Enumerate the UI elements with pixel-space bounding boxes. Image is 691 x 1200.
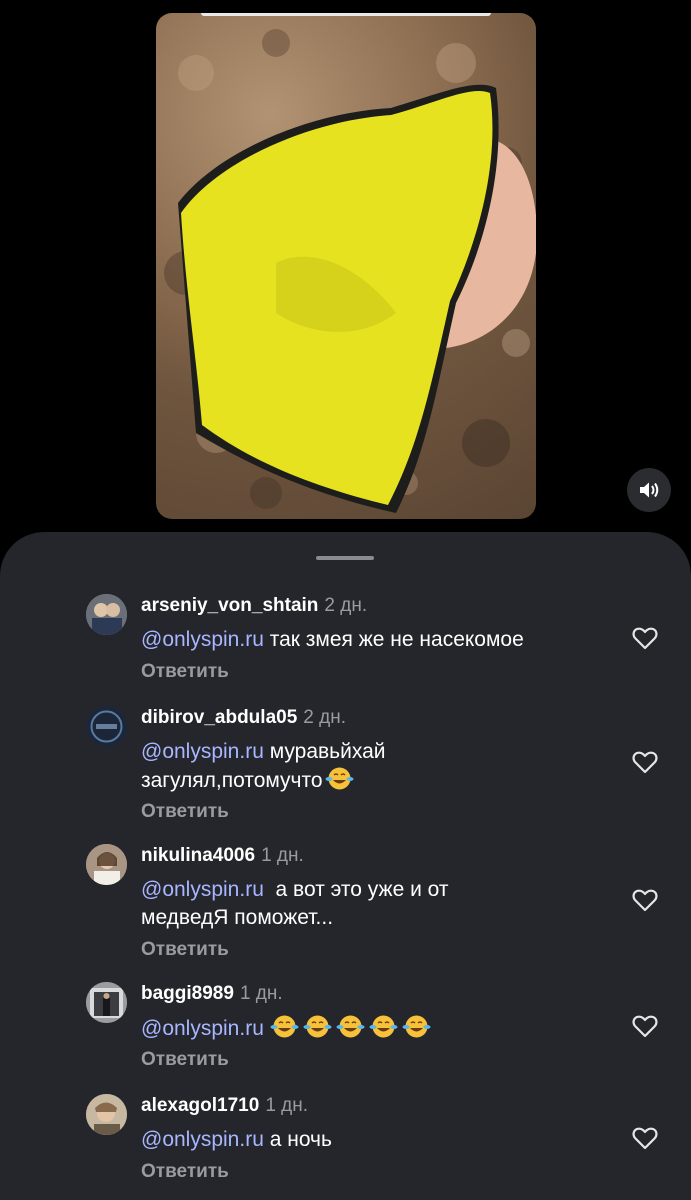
mention-link[interactable]: @onlyspin.ru bbox=[141, 878, 264, 901]
avatar[interactable] bbox=[86, 982, 127, 1023]
comment-time: 1 дн. bbox=[261, 845, 304, 866]
comment-header: nikulina4006 1 дн. bbox=[141, 844, 304, 868]
face-with-tears-of-joy-icon bbox=[402, 1015, 431, 1038]
heart-outline-icon[interactable] bbox=[631, 886, 659, 914]
comment-time: 2 дн. bbox=[324, 595, 368, 616]
face-with-tears-of-joy-icon bbox=[336, 1015, 365, 1038]
comment-username[interactable]: alexagol1710 bbox=[141, 1095, 259, 1116]
sheet-drag-handle[interactable] bbox=[316, 556, 374, 560]
comment-username[interactable]: arseniy_von_shtain bbox=[141, 595, 318, 616]
comment-username[interactable]: dibirov_abdula05 bbox=[141, 707, 297, 728]
comment-text: @onlyspin.ru а ночь bbox=[141, 1126, 611, 1154]
avatar[interactable] bbox=[86, 706, 127, 747]
reply-button[interactable]: Ответить bbox=[141, 800, 229, 824]
comment-header: alexagol1710 1 дн. bbox=[141, 1094, 308, 1118]
mention-link[interactable]: @onlyspin.ru bbox=[141, 1128, 264, 1151]
speaker-muted-icon bbox=[640, 482, 659, 498]
comment-body: так змея же не насекомое bbox=[263, 628, 524, 651]
video-player[interactable] bbox=[156, 13, 536, 519]
comment-time: 1 дн. bbox=[265, 1095, 309, 1116]
comment-username[interactable]: baggi8989 bbox=[141, 983, 234, 1004]
heart-outline-icon[interactable] bbox=[631, 624, 659, 652]
comment-header: dibirov_abdula05 2 дн. bbox=[141, 706, 346, 730]
comment-username[interactable]: nikulina4006 bbox=[141, 845, 255, 866]
face-with-tears-of-joy-icon bbox=[369, 1015, 398, 1038]
avatar[interactable] bbox=[86, 1094, 127, 1135]
comment-text: @onlyspin.ru bbox=[141, 1014, 611, 1043]
face-with-tears-of-joy-icon bbox=[325, 767, 354, 790]
mute-toggle-button[interactable] bbox=[627, 468, 671, 512]
comment-text: @onlyspin.ru а вот это уже и от медведЯ … bbox=[141, 876, 541, 932]
video-frame-image bbox=[164, 29, 536, 514]
avatar[interactable] bbox=[86, 594, 127, 635]
heart-outline-icon[interactable] bbox=[631, 1012, 659, 1040]
reply-button[interactable]: Ответить bbox=[141, 938, 229, 962]
avatar[interactable] bbox=[86, 844, 127, 885]
mention-link[interactable]: @onlyspin.ru bbox=[141, 1017, 264, 1040]
comment-time: 1 дн. bbox=[239, 983, 283, 1004]
comment-time: 2 дн. bbox=[303, 707, 346, 728]
face-with-tears-of-joy-icon bbox=[303, 1015, 332, 1038]
heart-outline-icon[interactable] bbox=[631, 748, 659, 776]
comment-body: а ночь bbox=[263, 1128, 332, 1151]
comment-header: arseniy_von_shtain 2 дн. bbox=[141, 594, 367, 618]
comment-text: @onlyspin.ru муравьйхай загулял,потомучт… bbox=[141, 738, 441, 795]
comment-header: baggi8989 1 дн. bbox=[141, 982, 283, 1006]
comment-text: @onlyspin.ru так змея же не насекомое bbox=[141, 626, 611, 654]
mention-link[interactable]: @onlyspin.ru bbox=[141, 628, 264, 651]
comments-sheet: arseniy_von_shtain 2 дн. @onlyspin.ru так… bbox=[0, 532, 691, 1200]
reply-button[interactable]: Ответить bbox=[141, 1160, 229, 1184]
mention-link[interactable]: @onlyspin.ru bbox=[141, 740, 264, 763]
face-with-tears-of-joy-icon bbox=[270, 1015, 299, 1038]
reply-button[interactable]: Ответить bbox=[141, 660, 229, 684]
reel-comments-screen: arseniy_von_shtain 2 дн. @onlyspin.ru так… bbox=[0, 0, 691, 1200]
heart-outline-icon[interactable] bbox=[631, 1124, 659, 1152]
reply-button[interactable]: Ответить bbox=[141, 1048, 229, 1072]
